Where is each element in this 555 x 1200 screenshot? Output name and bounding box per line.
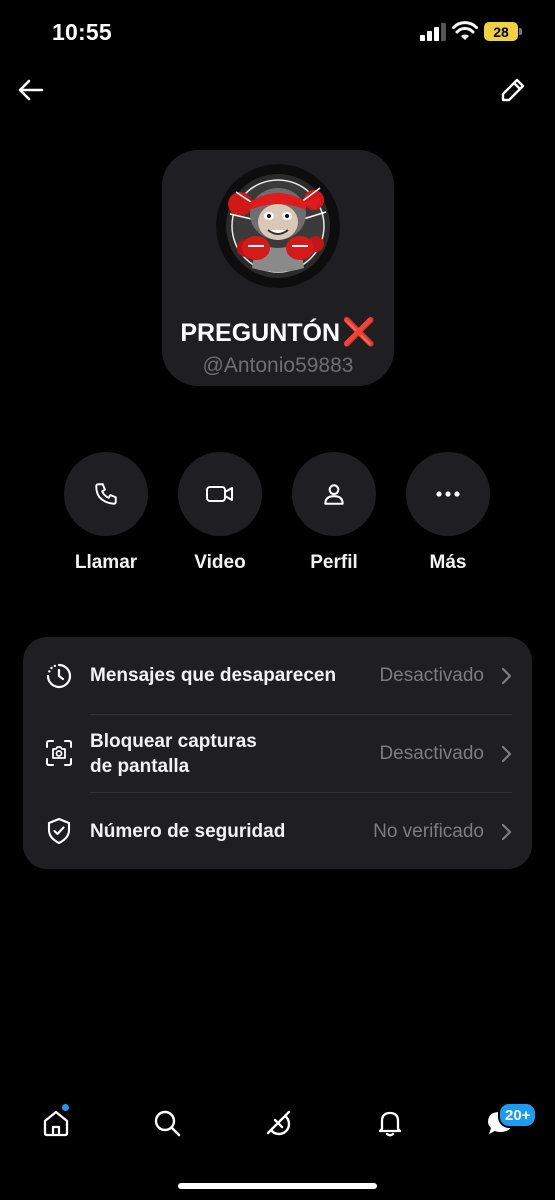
nav-notifications[interactable] bbox=[370, 1103, 410, 1143]
profile-label: Perfil bbox=[310, 552, 358, 573]
nav-home[interactable] bbox=[36, 1103, 76, 1143]
nav-grok[interactable] bbox=[258, 1103, 298, 1143]
status-time: 10:55 bbox=[52, 19, 112, 45]
screenshot-block-label-line1: Bloquear capturas bbox=[90, 731, 257, 752]
safety-number-label: Número de seguridad bbox=[90, 821, 286, 842]
video-button[interactable] bbox=[178, 452, 262, 536]
profile-handle: @Antonio59883 bbox=[202, 354, 354, 377]
more-action[interactable]: Más bbox=[406, 452, 490, 574]
search-icon bbox=[154, 1110, 181, 1137]
screenshot-camera-icon bbox=[46, 740, 72, 766]
monkey-avatar-image bbox=[216, 164, 340, 288]
video-camera-icon bbox=[206, 486, 233, 502]
grok-icon bbox=[266, 1110, 291, 1136]
home-notification-dot bbox=[62, 1104, 69, 1111]
profile-button[interactable] bbox=[292, 452, 376, 536]
profile-name: PREGUNTÓN❌ bbox=[162, 316, 394, 348]
back-button[interactable] bbox=[13, 72, 49, 108]
settings-row-disappearing-messages[interactable]: Mensajes que desaparecen Desactivado bbox=[23, 637, 532, 715]
settings-row-safety-number[interactable]: Número de seguridad No verificado bbox=[23, 793, 532, 869]
screenshot-block-label: Bloquear capturas de pantalla bbox=[90, 729, 257, 779]
nav-search[interactable] bbox=[147, 1103, 187, 1143]
settings-row-screenshot-block[interactable]: Bloquear capturas de pantalla Desactivad… bbox=[23, 715, 532, 792]
bottom-nav bbox=[0, 1095, 555, 1155]
video-action[interactable]: Video bbox=[178, 452, 262, 574]
cellular-signal-icon bbox=[420, 23, 446, 41]
profile-name-text: PREGUNTÓN bbox=[180, 319, 341, 347]
disappearing-messages-value: Desactivado bbox=[379, 665, 484, 686]
status-bar: 10:55 28 bbox=[0, 0, 555, 64]
edit-button[interactable] bbox=[495, 72, 531, 108]
screenshot-block-value: Desactivado bbox=[379, 743, 484, 764]
more-dots-icon bbox=[436, 491, 460, 497]
screenshot-block-label-line2: de pantalla bbox=[90, 756, 190, 777]
red-x-emoji: ❌ bbox=[342, 317, 376, 347]
messages-badge: 20+ bbox=[498, 1102, 538, 1128]
shield-check-icon bbox=[47, 817, 71, 845]
chevron-right-icon bbox=[501, 745, 512, 763]
arrow-left-icon bbox=[18, 79, 44, 101]
profile-card: PREGUNTÓN❌ @Antonio59883 bbox=[162, 150, 394, 386]
more-button[interactable] bbox=[406, 452, 490, 536]
pencil-icon bbox=[501, 78, 525, 102]
call-action[interactable]: Llamar bbox=[64, 452, 148, 574]
home-icon bbox=[43, 1110, 69, 1137]
person-icon bbox=[324, 484, 344, 505]
call-label: Llamar bbox=[74, 552, 138, 573]
chevron-right-icon bbox=[501, 823, 512, 841]
bell-icon bbox=[378, 1111, 402, 1137]
call-button[interactable] bbox=[64, 452, 148, 536]
video-label: Video bbox=[194, 552, 246, 573]
wifi-icon bbox=[452, 21, 478, 40]
avatar[interactable] bbox=[216, 164, 340, 288]
settings-card: Mensajes que desaparecen Desactivado Blo… bbox=[23, 637, 532, 869]
timer-icon bbox=[46, 663, 72, 689]
disappearing-messages-label: Mensajes que desaparecen bbox=[90, 665, 337, 686]
profile-action[interactable]: Perfil bbox=[292, 452, 376, 574]
home-indicator bbox=[178, 1183, 377, 1189]
safety-number-value: No verificado bbox=[373, 821, 484, 842]
battery-indicator: 28 bbox=[484, 22, 522, 41]
chevron-right-icon bbox=[501, 667, 512, 685]
phone-icon bbox=[95, 483, 117, 505]
more-label: Más bbox=[429, 552, 467, 573]
